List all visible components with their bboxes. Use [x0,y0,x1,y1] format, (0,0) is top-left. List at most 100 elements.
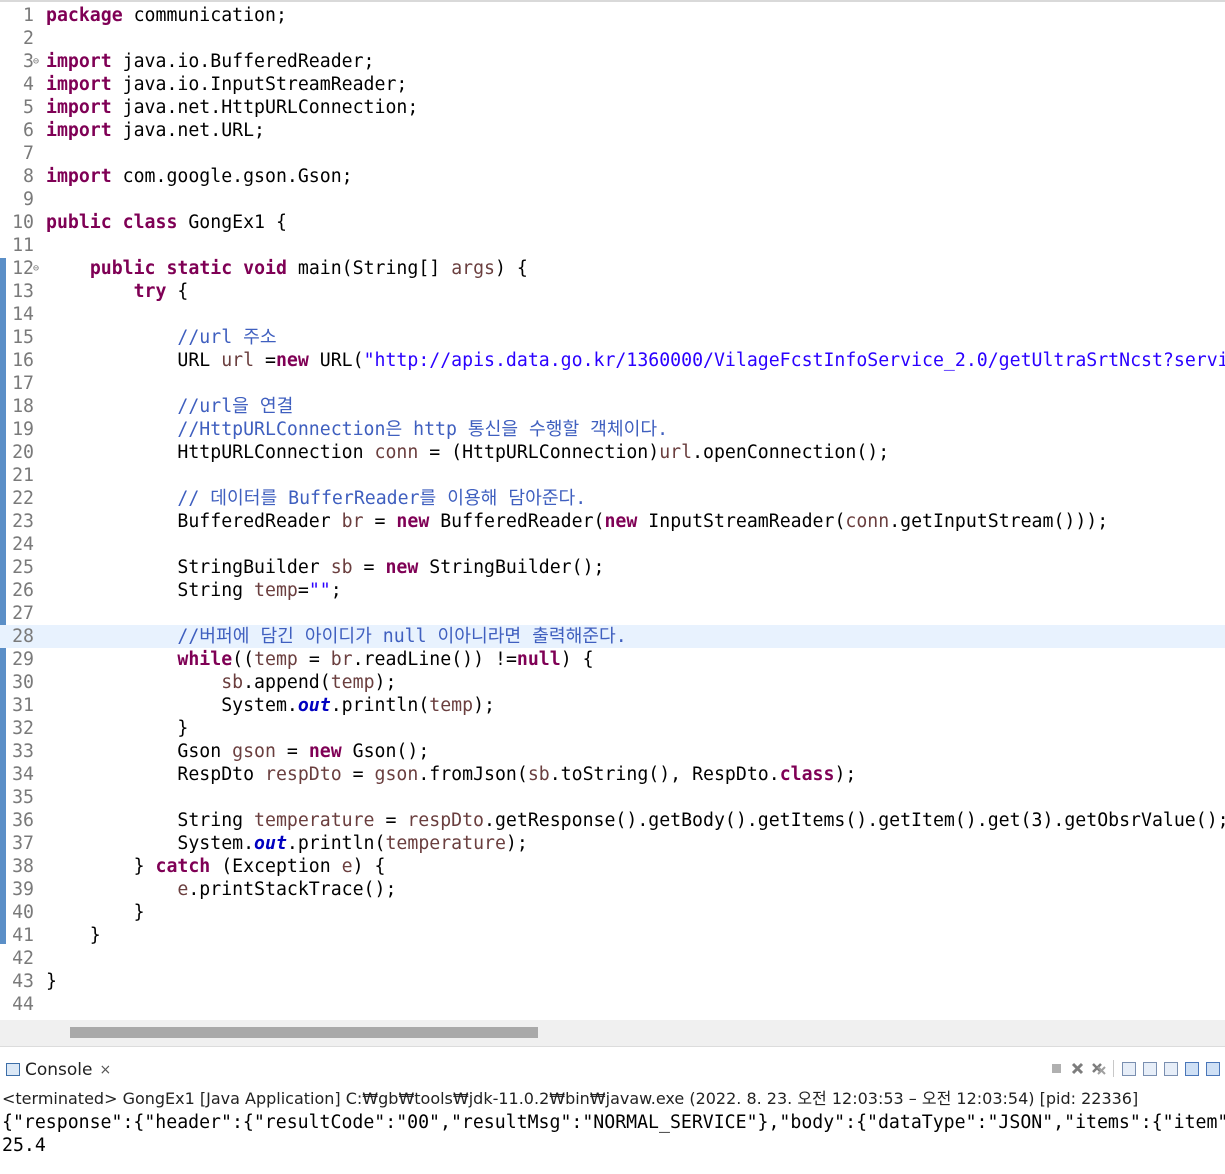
code-text[interactable]: //HttpURLConnection은 http 통신을 수행할 객체이다. [46,418,668,441]
code-text[interactable]: // 데이터를 BufferReader를 이용해 담아준다. [46,487,586,510]
code-text[interactable]: while((temp = br.readLine()) !=null) { [46,648,593,671]
code-line[interactable]: 13 try { [0,280,1225,303]
code-text[interactable]: public class GongEx1 { [46,211,287,234]
fold-collapse-icon[interactable]: ⊖ [33,257,39,280]
fold-collapse-icon[interactable]: ⊖ [33,50,39,73]
code-line[interactable]: 10 public class GongEx1 { [0,211,1225,234]
code-line[interactable]: 30 sb.append(temp); [0,671,1225,694]
code-text[interactable]: e.printStackTrace(); [46,878,396,901]
code-line[interactable]: 44 [0,993,1225,1016]
code-text[interactable]: String temperature = respDto.getResponse… [46,809,1225,832]
code-line[interactable]: 12 ⊖ public static void main(String[] arg… [0,257,1225,280]
code-editor[interactable]: 1 package communication; 2 3 ⊖ import java.io… [0,0,1225,1020]
code-line[interactable]: 9 [0,188,1225,211]
code-line[interactable]: 6 import java.net.URL; [0,119,1225,142]
code-line[interactable]: 16 URL url =new URL("http://apis.data.go… [0,349,1225,372]
code-line[interactable]: 5 import java.net.HttpURLConnection; [0,96,1225,119]
console-icon [6,1063,20,1076]
code-line[interactable]: 17 [0,372,1225,395]
code-text[interactable]: //url을 연결 [46,395,293,418]
scrollbar-thumb[interactable] [70,1027,538,1038]
horizontal-scrollbar[interactable] [0,1020,1225,1046]
code-line[interactable]: 32 } [0,717,1225,740]
code-text[interactable]: package communication; [46,4,287,27]
code-line[interactable]: 7 [0,142,1225,165]
code-line[interactable]: 25 StringBuilder sb = new StringBuilder(… [0,556,1225,579]
code-text[interactable]: StringBuilder sb = new StringBuilder(); [46,556,604,579]
code-text[interactable]: import java.io.BufferedReader; [46,50,375,73]
code-line[interactable]: 11 [0,234,1225,257]
code-line[interactable]: 8 import com.google.gson.Gson; [0,165,1225,188]
scroll-lock-icon[interactable] [1120,1060,1137,1077]
code-line[interactable]: 19 //HttpURLConnection은 http 통신을 수행할 객체이… [0,418,1225,441]
close-icon[interactable]: × [100,1062,112,1078]
line-number: 6 [23,120,34,141]
code-text[interactable]: BufferedReader br = new BufferedReader(n… [46,510,1108,533]
code-text[interactable]: import java.io.InputStreamReader; [46,73,407,96]
console-output[interactable]: {"response":{"header":{"resultCode":"00"… [0,1111,1225,1174]
code-text[interactable]: String temp=""; [46,579,341,602]
code-line[interactable]: 24 [0,533,1225,556]
code-line[interactable]: 14 [0,303,1225,326]
code-text[interactable]: //url 주소 [46,326,276,349]
line-number: 29 [12,649,34,670]
code-line[interactable]: 33 Gson gson = new Gson(); [0,740,1225,763]
line-number: 26 [12,580,34,601]
remove-all-icon[interactable] [1090,1060,1107,1077]
open-console-icon[interactable] [1204,1060,1221,1077]
line-number: 23 [12,511,34,532]
console-view-toolbar: Console × [0,1054,1225,1085]
code-text[interactable]: //버퍼에 담긴 아이디가 null 이아니라면 출력해준다. [46,625,626,648]
code-text[interactable]: RespDto respDto = gson.fromJson(sb.toStr… [46,763,856,786]
code-line[interactable]: 18 //url을 연결 [0,395,1225,418]
code-text[interactable]: System.out.println(temp); [46,694,495,717]
code-line[interactable]: 27 [0,602,1225,625]
remove-launch-icon[interactable] [1069,1060,1086,1077]
code-text[interactable]: HttpURLConnection conn = (HttpURLConnect… [46,441,889,464]
code-line[interactable]: 4 import java.io.InputStreamReader; [0,73,1225,96]
code-line[interactable]: 39 e.printStackTrace(); [0,878,1225,901]
code-line[interactable]: 28 //버퍼에 담긴 아이디가 null 이아니라면 출력해준다. [0,625,1225,648]
code-line[interactable]: 37 System.out.println(temperature); [0,832,1225,855]
code-line[interactable]: 43} [0,970,1225,993]
code-text[interactable]: import java.net.HttpURLConnection; [46,96,418,119]
code-text[interactable]: System.out.println(temperature); [46,832,527,855]
code-line[interactable]: 21 [0,464,1225,487]
code-line[interactable]: 23 BufferedReader br = new BufferedReade… [0,510,1225,533]
tab-console[interactable]: Console × [0,1054,111,1085]
pin-console-icon[interactable] [1162,1060,1179,1077]
line-number: 37 [12,833,34,854]
code-line[interactable]: 15 //url 주소 [0,326,1225,349]
display-selected-console-icon[interactable] [1183,1060,1200,1077]
code-line[interactable]: 3 ⊖ import java.io.BufferedReader; [0,50,1225,73]
code-line[interactable]: 26 String temp=""; [0,579,1225,602]
code-text[interactable]: } catch (Exception e) { [46,855,386,878]
code-text[interactable]: public static void main(String[] args) { [46,257,528,280]
code-text[interactable]: import com.google.gson.Gson; [46,165,353,188]
code-text[interactable]: } [46,901,145,924]
code-line[interactable]: 34 RespDto respDto = gson.fromJson(sb.to… [0,763,1225,786]
code-line[interactable]: 20 HttpURLConnection conn = (HttpURLConn… [0,441,1225,464]
code-text[interactable]: } [46,924,101,947]
line-number: 17 [12,373,34,394]
code-line[interactable]: 42 [0,947,1225,970]
code-line[interactable]: 41 } [0,924,1225,947]
code-line[interactable]: 29 while((temp = br.readLine()) !=null) … [0,648,1225,671]
code-text[interactable]: import java.net.URL; [46,119,265,142]
code-text[interactable]: } [46,970,57,993]
code-line[interactable]: 36 String temperature = respDto.getRespo… [0,809,1225,832]
code-text[interactable]: Gson gson = new Gson(); [46,740,429,763]
code-line[interactable]: 31 System.out.println(temp); [0,694,1225,717]
code-line[interactable]: 2 [0,27,1225,50]
code-text[interactable]: URL url =new URL("http://apis.data.go.kr… [46,349,1225,372]
code-text[interactable]: } [46,717,188,740]
code-line[interactable]: 22 // 데이터를 BufferReader를 이용해 담아준다. [0,487,1225,510]
code-line[interactable]: 35 [0,786,1225,809]
word-wrap-icon[interactable] [1141,1060,1158,1077]
terminate-icon[interactable] [1048,1060,1065,1077]
code-line[interactable]: 38 } catch (Exception e) { [0,855,1225,878]
code-text[interactable]: try { [46,280,189,303]
code-line[interactable]: 40 } [0,901,1225,924]
code-text[interactable]: sb.append(temp); [46,671,396,694]
code-line[interactable]: 1 package communication; [0,4,1225,27]
